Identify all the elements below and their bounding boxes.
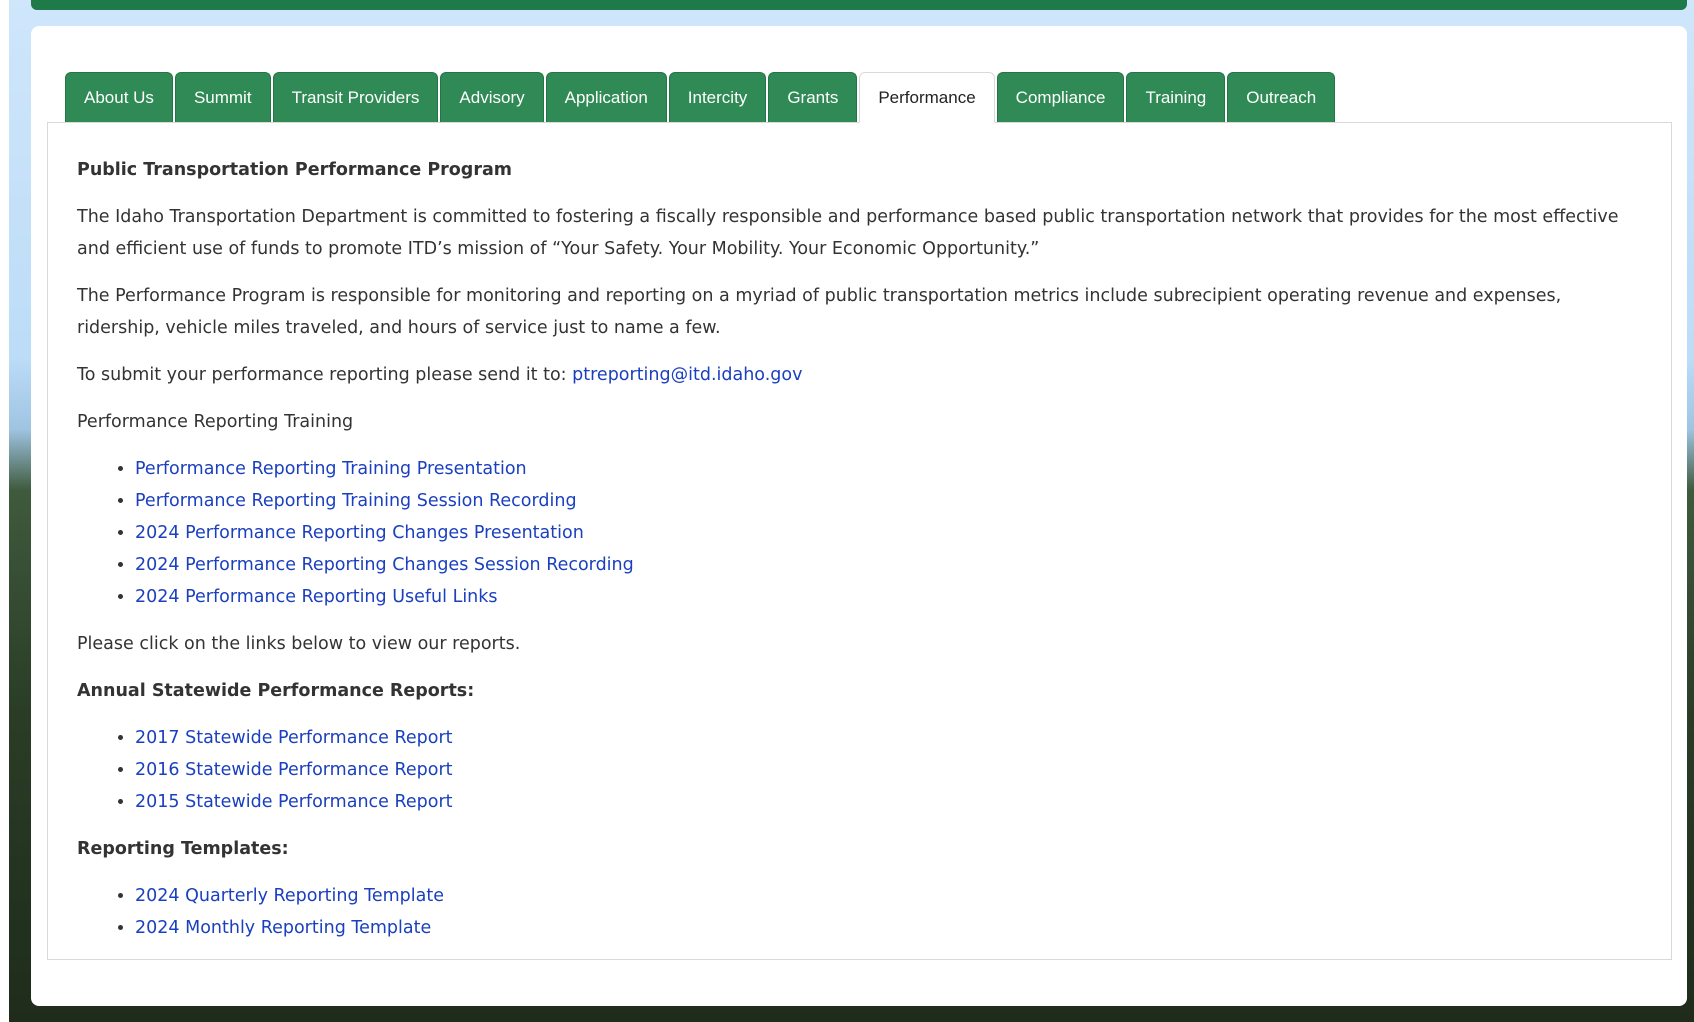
changes-recording-link[interactable]: 2024 Performance Reporting Changes Sessi… — [135, 555, 634, 575]
annual-reports-heading: Annual Statewide Performance Reports: — [77, 681, 475, 701]
list-item: 2024 Performance Reporting Changes Sessi… — [135, 549, 1637, 581]
left-strip — [0, 0, 9, 1022]
tab-compliance[interactable]: Compliance — [996, 72, 1125, 123]
changes-presentation-link[interactable]: 2024 Performance Reporting Changes Prese… — [135, 523, 584, 543]
tab-grants[interactable]: Grants — [768, 72, 858, 123]
training-recording-link[interactable]: Performance Reporting Training Session R… — [135, 491, 577, 511]
list-item: 2016 Statewide Performance Report — [135, 754, 1637, 786]
training-presentation-link[interactable]: Performance Reporting Training Presentat… — [135, 459, 527, 479]
tab-bar: About Us Summit Transit Providers Adviso… — [65, 72, 1336, 123]
report-2015-link[interactable]: 2015 Statewide Performance Report — [135, 792, 453, 812]
report-2016-link[interactable]: 2016 Statewide Performance Report — [135, 760, 453, 780]
list-item: 2024 Quarterly Reporting Template — [135, 880, 1637, 912]
submit-text: To submit your performance reporting ple… — [77, 365, 573, 385]
list-item: Performance Reporting Training Presentat… — [135, 453, 1637, 485]
list-item: 2024 Performance Reporting Useful Links — [135, 581, 1637, 613]
submit-email-link[interactable]: ptreporting@itd.idaho.gov — [572, 365, 802, 385]
page-title: Public Transportation Performance Progra… — [77, 160, 513, 180]
reports-intro: Please click on the links below to view … — [77, 634, 521, 654]
header-bar — [31, 0, 1687, 10]
list-item: 2024 Monthly Reporting Template — [135, 912, 1637, 944]
program-paragraph: The Performance Program is responsible f… — [77, 286, 1562, 338]
templates-list: 2024 Quarterly Reporting Template 2024 M… — [77, 880, 1637, 944]
monthly-template-link[interactable]: 2024 Monthly Reporting Template — [135, 918, 431, 938]
tab-outreach[interactable]: Outreach — [1227, 72, 1336, 123]
tab-training[interactable]: Training — [1126, 72, 1226, 123]
performance-content: Public Transportation Performance Progra… — [77, 154, 1637, 959]
tab-application[interactable]: Application — [545, 72, 667, 123]
intro-paragraph: The Idaho Transportation Department is c… — [77, 207, 1619, 259]
submit-paragraph: To submit your performance reporting ple… — [77, 359, 1637, 391]
tab-summit[interactable]: Summit — [174, 72, 271, 123]
quarterly-template-link[interactable]: 2024 Quarterly Reporting Template — [135, 886, 444, 906]
tab-about-us[interactable]: About Us — [65, 72, 173, 123]
tab-transit-providers[interactable]: Transit Providers — [272, 72, 439, 123]
list-item: Performance Reporting Training Session R… — [135, 485, 1637, 517]
tab-performance[interactable]: Performance — [859, 72, 995, 123]
tab-advisory[interactable]: Advisory — [440, 72, 544, 123]
templates-heading: Reporting Templates: — [77, 839, 289, 859]
useful-links-link[interactable]: 2024 Performance Reporting Useful Links — [135, 587, 498, 607]
report-2017-link[interactable]: 2017 Statewide Performance Report — [135, 728, 453, 748]
tab-intercity[interactable]: Intercity — [668, 72, 767, 123]
training-links-list: Performance Reporting Training Presentat… — [77, 453, 1637, 613]
annual-reports-list: 2017 Statewide Performance Report 2016 S… — [77, 722, 1637, 818]
training-label: Performance Reporting Training — [77, 412, 354, 432]
list-item: 2024 Performance Reporting Changes Prese… — [135, 517, 1637, 549]
list-item: 2015 Statewide Performance Report — [135, 786, 1637, 818]
list-item: 2017 Statewide Performance Report — [135, 722, 1637, 754]
